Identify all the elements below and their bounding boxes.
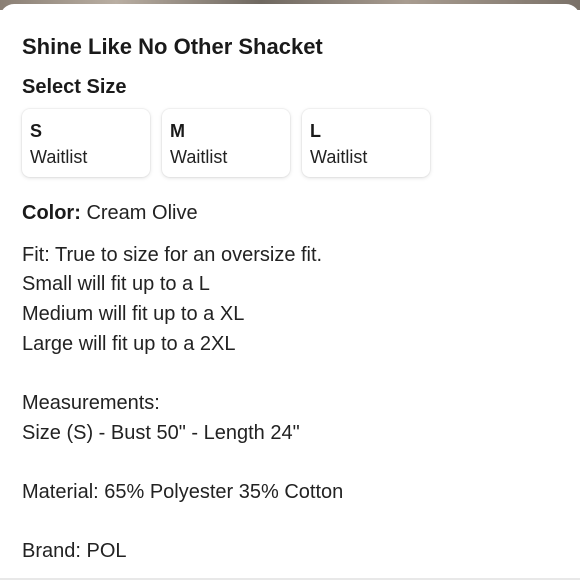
size-option-s[interactable]: S Waitlist (22, 109, 150, 177)
color-value: Cream Olive (86, 202, 198, 224)
size-option-label: L (310, 121, 321, 141)
description-line: Material: 65% Polyester 35% Cotton (22, 481, 344, 503)
color-label: Color: (22, 202, 81, 224)
size-option-m[interactable]: M Waitlist (162, 109, 290, 177)
size-option-status: Waitlist (170, 147, 228, 167)
description-line: Small will fit up to a L (22, 273, 210, 295)
size-option-label: S (30, 121, 43, 141)
size-option-l[interactable]: L Waitlist (302, 109, 430, 177)
size-option-status: Waitlist (310, 147, 368, 167)
color-info: Color: Cream Olive (22, 202, 198, 225)
description-line: Measurements: (22, 392, 160, 414)
description-line: Fit: True to size for an oversize fit. (22, 244, 323, 266)
select-size-heading: Select Size (22, 76, 127, 98)
description-line: Brand: POL (22, 540, 127, 562)
description-line: Medium will fit up to a XL (22, 303, 245, 325)
product-title: Shine Like No Other Shacket (22, 34, 323, 59)
description-line: Large will fit up to a 2XL (22, 333, 236, 355)
description-line: Size (S) - Bust 50" - Length 24" (22, 422, 300, 444)
size-option-label: M (170, 121, 185, 141)
size-option-status: Waitlist (30, 147, 88, 167)
product-details-sheet: Shine Like No Other Shacket Select Size … (0, 4, 580, 580)
